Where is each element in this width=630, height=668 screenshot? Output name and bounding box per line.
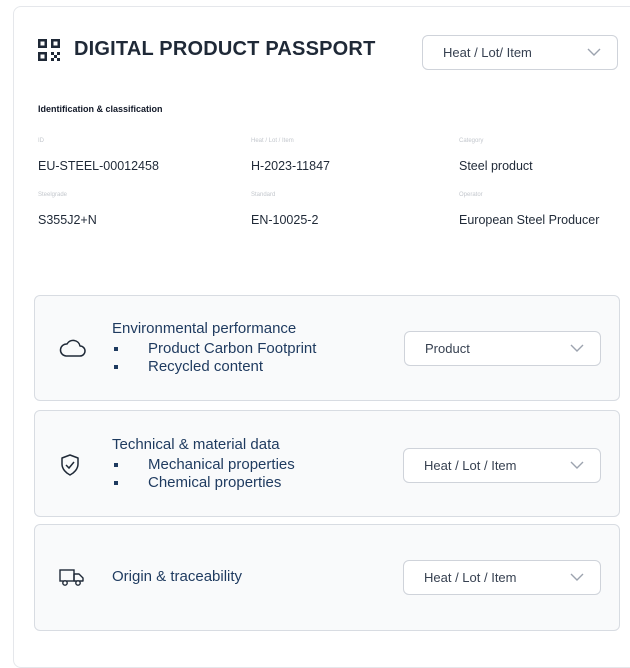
- chevron-down-icon: [570, 344, 584, 352]
- field-value: EN-10025-2: [251, 213, 319, 227]
- field-category: Category Steel product: [459, 138, 533, 173]
- chevron-down-icon: [587, 48, 601, 56]
- select-value: Heat / Lot/ Item: [443, 45, 532, 60]
- panel-title: Origin & traceability: [112, 568, 243, 585]
- select-value: Heat / Lot / Item: [424, 458, 517, 473]
- list-item: Mechanical properties: [112, 456, 295, 474]
- panel-title: Environmental performance: [112, 320, 297, 337]
- select-value: Heat / Lot / Item: [424, 570, 517, 585]
- chevron-down-icon: [570, 461, 584, 469]
- panel-title: Technical & material data: [112, 436, 280, 453]
- field-label: Heat / Lot / Item: [251, 138, 294, 144]
- list-item: Product Carbon Footprint: [112, 340, 316, 358]
- field-label: ID: [38, 138, 44, 144]
- page-title: DIGITAL PRODUCT PASSPORT: [74, 38, 376, 60]
- field-standard: Standard EN-10025-2: [251, 192, 318, 227]
- list-item: Recycled content: [112, 358, 316, 376]
- heat-lot-item-select[interactable]: Heat / Lot/ Item: [422, 35, 618, 70]
- panel-technical-material-data[interactable]: Technical & material data Mechanical pro…: [34, 410, 620, 517]
- panel-list: Mechanical properties Chemical propertie…: [112, 456, 295, 492]
- field-id: ID EU-STEEL-00012458: [38, 138, 159, 173]
- panel-list: Product Carbon Footprint Recycled conten…: [112, 340, 316, 376]
- header: DIGITAL PRODUCT PASSPORT: [38, 38, 375, 61]
- select-value: Product: [425, 341, 470, 356]
- panel-origin-traceability[interactable]: Origin & traceability Heat / Lot / Item: [34, 524, 620, 631]
- field-operator: Operator European Steel Producer: [459, 192, 599, 227]
- shield-check-icon: [61, 454, 79, 476]
- product-select[interactable]: Product: [404, 331, 601, 366]
- chevron-down-icon: [570, 573, 584, 581]
- heat-lot-item-select[interactable]: Heat / Lot / Item: [403, 448, 601, 483]
- field-label: Category: [459, 138, 484, 144]
- field-value: S355J2+N: [38, 213, 97, 227]
- field-value: Steel product: [459, 159, 533, 173]
- truck-icon: [59, 569, 84, 586]
- field-steelgrade: Steelgrade S355J2+N: [38, 192, 97, 227]
- field-label: Standard: [251, 192, 276, 198]
- field-value: European Steel Producer: [459, 213, 600, 227]
- qr-code-icon: [38, 38, 60, 61]
- list-item: Chemical properties: [112, 474, 295, 492]
- field-label: Steelgrade: [38, 192, 68, 198]
- section-heading: Identification & classification: [38, 104, 163, 114]
- heat-lot-item-select[interactable]: Heat / Lot / Item: [403, 560, 601, 595]
- field-label: Operator: [459, 192, 483, 198]
- cloud-icon: [59, 339, 86, 357]
- panel-environmental-performance[interactable]: Environmental performance Product Carbon…: [34, 295, 620, 401]
- field-heat-lot-item: Heat / Lot / Item H-2023-11847: [251, 138, 330, 173]
- field-value: EU-STEEL-00012458: [38, 159, 159, 173]
- field-value: H-2023-11847: [251, 159, 330, 173]
